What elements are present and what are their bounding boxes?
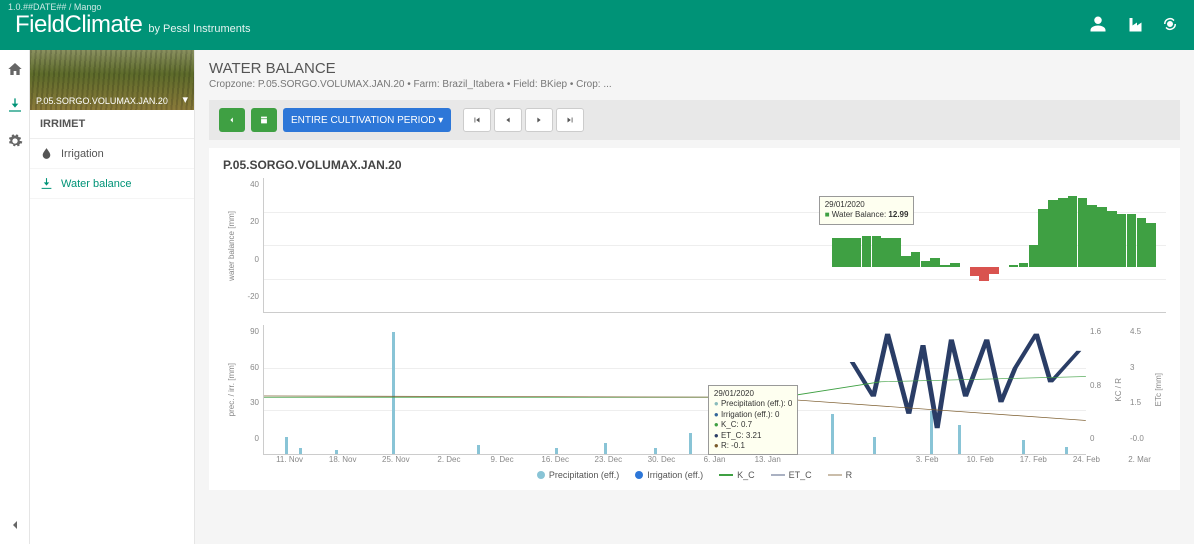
first-button[interactable] [463,108,491,132]
water-balance-chart[interactable]: 29/01/2020 ■ Water Balance: 12.99 [263,178,1166,313]
sidebar-item-water-balance[interactable]: Water balance [30,169,194,199]
prev-button[interactable] [494,108,522,132]
back-button[interactable] [219,108,245,132]
y-bot-axis: 9060300 [239,325,263,455]
brand-logo: FieldClimate by Pessl Instruments [15,11,250,39]
balance-icon [40,177,53,190]
brand-sub: by Pessl Instruments [148,23,250,35]
calendar-button[interactable] [251,108,277,132]
nav-rail [0,50,30,544]
y-top-label: water balance [mm] [227,211,236,281]
toolbar: ENTIRE CULTIVATION PERIOD ▾ [209,100,1180,140]
tooltip-precip: 29/01/2020 ● Precipitation (eff.): 0 ● I… [708,385,799,455]
period-label: ENTIRE CULTIVATION PERIOD [291,115,435,126]
y-bot-label: prec. / irr. [mm] [227,363,236,416]
gear-icon[interactable] [4,130,26,152]
chart-title: P.05.SORGO.VOLUMAX.JAN.20 [223,158,1166,172]
home-icon[interactable] [4,58,26,80]
chevron-down-icon: ▾ [182,93,188,106]
sidebar-item-label: Water balance [61,178,132,190]
sidebar: P.05.SORGO.VOLUMAX.JAN.20 ▾ IRRIMET Irri… [30,50,195,544]
brand-main: FieldClimate [15,11,142,39]
breadcrumb: Cropzone: P.05.SORGO.VOLUMAX.JAN.20 • Fa… [209,79,1180,90]
y-right1-label: KC / R [1114,378,1123,402]
page-title: WATER BALANCE [209,60,1180,77]
next-button[interactable] [525,108,553,132]
collapse-icon[interactable] [4,514,26,536]
chart-legend: Precipitation (eff.) Irrigation (eff.) K… [223,470,1166,480]
x-axis: 11. Nov18. Nov25. Nov2. Dec9. Dec16. Dec… [223,455,1166,464]
y-top-axis: 40200-20 [239,178,263,313]
chart-card: P.05.SORGO.VOLUMAX.JAN.20 water balance … [209,148,1180,490]
user-icon[interactable] [1089,15,1107,36]
cropzone-name: P.05.SORGO.VOLUMAX.JAN.20 [36,96,168,106]
sidebar-item-irrigation[interactable]: Irrigation [30,139,194,169]
topbar: 1.0.##DATE## / Mango FieldClimate by Pes… [0,0,1194,50]
y-right1-axis: 1.60.80 [1086,325,1110,455]
irrigation-icon[interactable] [4,94,26,116]
precip-etc-chart[interactable]: 29/01/2020 ● Precipitation (eff.): 0 ● I… [263,325,1086,455]
y-right2-label: ETc [mm] [1154,373,1163,406]
main-content: WATER BALANCE Cropzone: P.05.SORGO.VOLUM… [195,50,1194,544]
broadcast-icon[interactable] [1161,15,1179,36]
cropzone-selector[interactable]: P.05.SORGO.VOLUMAX.JAN.20 ▾ [30,50,194,110]
last-button[interactable] [556,108,584,132]
factory-icon[interactable] [1125,15,1143,36]
tooltip-water-balance: 29/01/2020 ■ Water Balance: 12.99 [819,196,915,225]
version-text: 1.0.##DATE## / Mango [8,2,101,12]
sidebar-section-title: IRRIMET [30,110,194,139]
sidebar-item-label: Irrigation [61,148,104,160]
y-right2-axis: 4.531.5-0.0 [1126,325,1150,455]
droplet-icon [40,147,53,160]
period-dropdown[interactable]: ENTIRE CULTIVATION PERIOD ▾ [283,108,451,132]
